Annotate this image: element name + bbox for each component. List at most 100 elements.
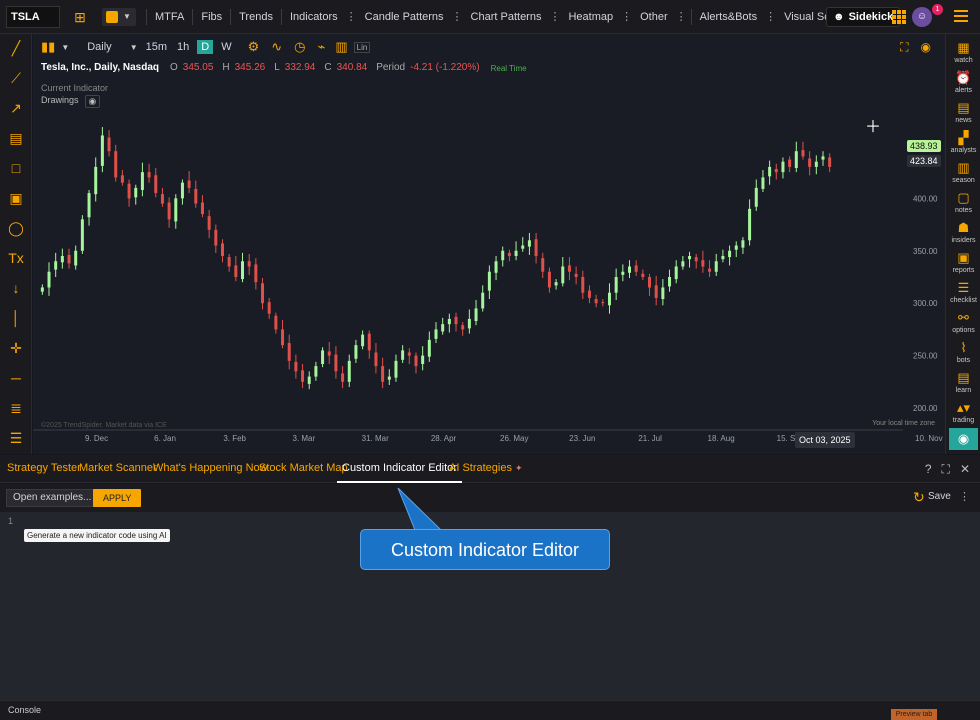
heatmap-button[interactable]: Heatmap bbox=[562, 7, 619, 27]
sidebar-item-season[interactable]: ▥ season bbox=[946, 160, 980, 184]
avatar[interactable]: ☺ bbox=[912, 7, 932, 27]
tab-market-scanner[interactable]: Market Scanner bbox=[79, 455, 157, 483]
mtfa-button[interactable]: MTFA bbox=[149, 7, 190, 27]
candle-body bbox=[661, 287, 665, 299]
symbol-input[interactable]: TSLA bbox=[6, 5, 60, 28]
candle-body bbox=[607, 292, 611, 306]
candle-body bbox=[621, 271, 625, 275]
more-tools-icon[interactable]: ☰ bbox=[6, 428, 26, 448]
filled-rectangle-tool-icon[interactable]: ▣ bbox=[6, 188, 26, 208]
candle-body bbox=[554, 282, 558, 286]
sidebar-item-news[interactable]: ▤ news bbox=[946, 100, 980, 124]
arrow-down-tool-icon[interactable]: ↓ bbox=[6, 278, 26, 298]
expand-icon[interactable]: ⛶ bbox=[942, 462, 950, 477]
eye-icon[interactable]: ◉ bbox=[84, 95, 101, 108]
alerts-bots-more-icon[interactable]: ⋮ bbox=[763, 10, 778, 23]
chevron-down-icon[interactable]: ▼ bbox=[61, 43, 69, 52]
sidebar-item-analysts[interactable]: ▞ analysts bbox=[946, 130, 980, 154]
horizontal-line-tool-icon[interactable]: ─ bbox=[6, 368, 26, 388]
sidebar-item-notes[interactable]: ▢ notes bbox=[946, 190, 980, 214]
sidebar-item-insiders[interactable]: ☗ insiders bbox=[946, 220, 980, 244]
fib-tool-icon[interactable]: ≣ bbox=[6, 398, 26, 418]
chart-patterns-button[interactable]: Chart Patterns bbox=[465, 7, 548, 27]
apply-button[interactable]: APPLY bbox=[93, 489, 142, 507]
price-chart[interactable]: 450.00400.00350.00300.00250.00200.009. D… bbox=[33, 34, 945, 454]
help-icon[interactable]: ? bbox=[925, 462, 932, 477]
open-examples-button[interactable]: Open examples... bbox=[6, 489, 99, 507]
tab-custom-indicator-editor[interactable]: Custom Indicator Editor bbox=[337, 455, 462, 483]
tab-whats-happening[interactable]: What's Happening Now bbox=[153, 455, 268, 483]
refresh-icon[interactable]: ↻ bbox=[913, 489, 925, 506]
candle-body bbox=[60, 256, 64, 263]
add-symbol-icon[interactable]: ⊞ bbox=[70, 7, 90, 27]
candle-body bbox=[407, 352, 411, 356]
trendline-tool-icon[interactable]: ╱ bbox=[6, 38, 26, 58]
layout-icon[interactable]: ▮▮ bbox=[41, 39, 55, 55]
sidebar-item-bots[interactable]: ⌇ bots bbox=[946, 340, 980, 364]
drawing-tools-sidebar: ╱ ⟋ ↗ ▤ □ ▣ ◯ Tx ↓ │ ✛ ─ ≣ ☰ bbox=[0, 34, 32, 454]
sidekick-button[interactable]: ☻ Sidekick bbox=[826, 7, 901, 27]
tab-stock-market-map[interactable]: Stock Market Map bbox=[259, 455, 348, 483]
timeframe-w[interactable]: W bbox=[219, 41, 233, 53]
candle-body bbox=[561, 266, 565, 284]
timeframe-15m[interactable]: 15m bbox=[144, 41, 169, 53]
indicators-more-icon[interactable]: ⋮ bbox=[344, 10, 359, 23]
color-picker-button[interactable]: ▼ bbox=[102, 7, 136, 26]
crosshair-tool-icon[interactable]: ✛ bbox=[6, 338, 26, 358]
camera-icon[interactable]: ◉ bbox=[921, 40, 931, 55]
tab-strategy-tester[interactable]: Strategy Tester bbox=[7, 455, 81, 483]
vertical-line-tool-icon[interactable]: │ bbox=[6, 308, 26, 328]
columns-icon[interactable]: ▥ bbox=[335, 39, 347, 55]
scale-toggle[interactable]: Lin bbox=[353, 41, 371, 53]
indicators-button[interactable]: Indicators bbox=[284, 7, 344, 27]
sidebar-item-reports[interactable]: ▣ reports bbox=[946, 250, 980, 274]
sidebar-item-trading[interactable]: ▴▾ trading bbox=[946, 400, 980, 424]
rectangle-tool-icon[interactable]: □ bbox=[6, 158, 26, 178]
candle-body bbox=[681, 261, 685, 267]
chevron-down-icon[interactable]: ▼ bbox=[130, 43, 138, 52]
channel-tool-icon[interactable]: ▤ bbox=[6, 128, 26, 148]
save-more-icon[interactable]: ⋮ bbox=[959, 490, 970, 503]
circle-tool-icon[interactable]: ◯ bbox=[6, 218, 26, 238]
candle-body bbox=[187, 180, 191, 188]
trends-button[interactable]: Trends bbox=[233, 7, 279, 27]
interval-select[interactable]: Daily bbox=[85, 41, 113, 53]
fullscreen-icon[interactable]: ⛶ bbox=[900, 40, 908, 55]
alerts-bots-button[interactable]: Alerts&Bots bbox=[694, 7, 763, 27]
save-button[interactable]: Save bbox=[928, 491, 951, 502]
heatmap-more-icon[interactable]: ⋮ bbox=[619, 10, 634, 23]
separator bbox=[192, 8, 194, 25]
ai-hint-tooltip[interactable]: Generate a new indicator code using AI bbox=[24, 529, 170, 542]
open-value: 345.05 bbox=[182, 62, 214, 73]
trend-icon[interactable]: ∿ bbox=[271, 39, 282, 55]
other-more-icon[interactable]: ⋮ bbox=[674, 10, 689, 23]
candle-body bbox=[768, 166, 772, 177]
other-button[interactable]: Other bbox=[634, 7, 674, 27]
chart-canvas[interactable]: 450.00400.00350.00300.00250.00200.009. D… bbox=[33, 34, 945, 454]
sidebar-item-alerts[interactable]: ⏰ alerts bbox=[946, 70, 980, 94]
arrow-tool-icon[interactable]: ↗ bbox=[6, 98, 26, 118]
timeframe-1h[interactable]: 1h bbox=[175, 41, 191, 53]
ray-tool-icon[interactable]: ⟋ bbox=[6, 68, 26, 88]
sidebar-item-checklist[interactable]: ☰ checklist bbox=[946, 280, 980, 304]
tab-ai-strategies[interactable]: AI Strategies ✦ bbox=[449, 455, 523, 483]
candle-body bbox=[321, 350, 325, 364]
timeframe-d[interactable]: D bbox=[197, 40, 214, 54]
candle-patterns-button[interactable]: Candle Patterns bbox=[359, 7, 450, 27]
fibs-button[interactable]: Fibs bbox=[195, 7, 228, 27]
menu-icon[interactable] bbox=[954, 10, 968, 22]
clock-icon[interactable]: ◷ bbox=[294, 39, 305, 55]
text-tool-icon[interactable]: Tx bbox=[6, 248, 26, 268]
settings-icon[interactable]: ⚙ bbox=[248, 39, 260, 55]
chart-patterns-more-icon[interactable]: ⋮ bbox=[547, 10, 562, 23]
close-icon[interactable]: ✕ bbox=[960, 462, 970, 477]
sidebar-item-options[interactable]: ⚯ options bbox=[946, 310, 980, 334]
sidebar-item-learn[interactable]: ▤ learn bbox=[946, 370, 980, 394]
console-button[interactable]: Preview tab bbox=[891, 709, 937, 720]
candle-patterns-more-icon[interactable]: ⋮ bbox=[450, 10, 465, 23]
apps-grid-icon[interactable] bbox=[892, 10, 906, 24]
sidebar-item-watch[interactable]: ▦ watch bbox=[946, 40, 980, 64]
visibility-toggle-icon[interactable]: ◉ bbox=[949, 428, 978, 450]
console-label[interactable]: Console bbox=[8, 705, 41, 715]
scan-icon[interactable]: ⌁ bbox=[318, 39, 326, 55]
